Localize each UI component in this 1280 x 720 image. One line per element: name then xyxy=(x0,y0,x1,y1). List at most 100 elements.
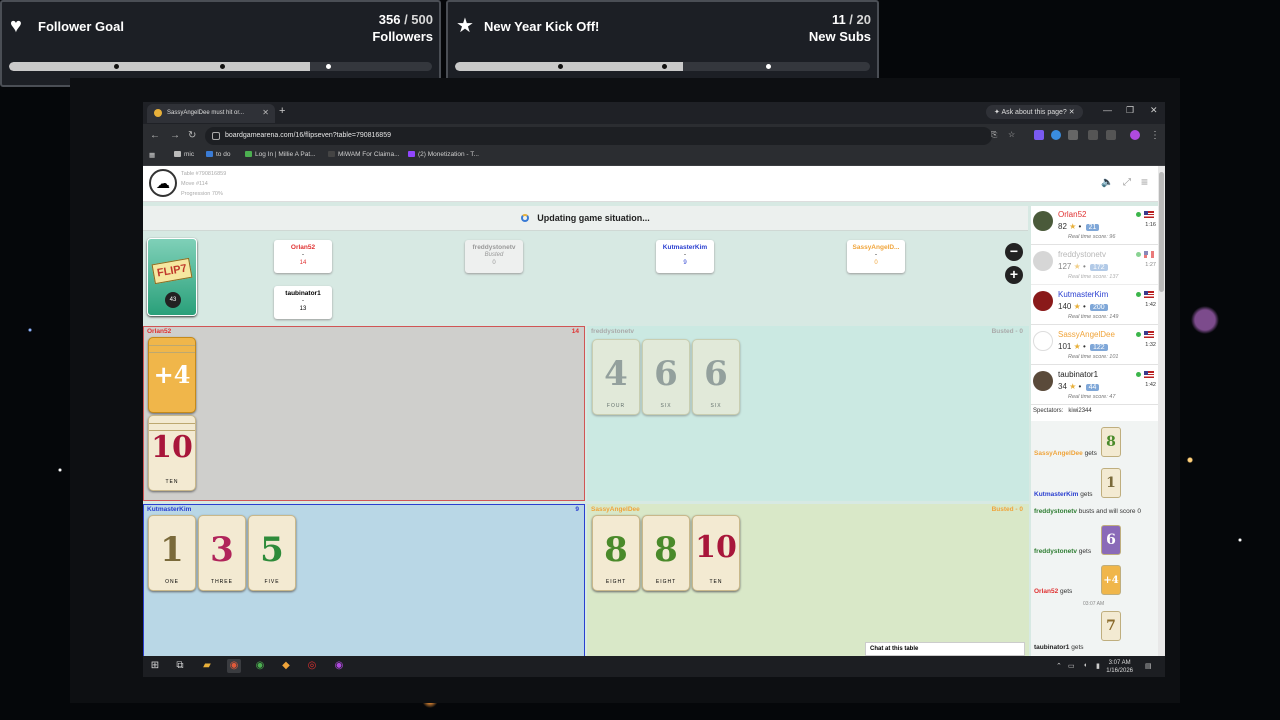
network-icon[interactable]: ▭ xyxy=(1068,662,1075,670)
score-box-sub: - xyxy=(684,252,686,258)
subs-goal-count: 11 / 20 xyxy=(832,12,871,27)
extensions-puzzle-icon[interactable] xyxy=(1068,130,1078,140)
zoom-out-button[interactable]: − xyxy=(1005,243,1023,261)
spectators-value: kiwi2344 xyxy=(1068,408,1092,414)
player-name[interactable]: SassyAngelDee xyxy=(1058,330,1115,339)
bookmark-label: mic xyxy=(184,151,195,158)
log-player: freddystonetv xyxy=(1034,508,1077,515)
elo-badge: 172 xyxy=(1090,264,1108,271)
points-value: 127 xyxy=(1058,262,1072,271)
elo-badge: 122 xyxy=(1090,344,1108,351)
game-log: 8 SassyAngelDee gets 1 KutmasterKim gets… xyxy=(1031,421,1158,656)
star-icon: ★ xyxy=(1069,222,1077,231)
extension-icon[interactable] xyxy=(1034,130,1044,140)
star-icon: ★ xyxy=(1073,302,1081,311)
score-box-name: Orlan52 xyxy=(290,244,316,251)
new-tab-button[interactable]: + xyxy=(279,105,285,117)
table-info: Table #790816859 Move #114 Progression 7… xyxy=(181,169,226,199)
app-icon[interactable]: ◆ xyxy=(279,659,293,673)
score-box-sub: - xyxy=(302,298,304,304)
player-panel-sassyangeldee: SassyAngelDee 101 ★ • 122 Real time scor… xyxy=(1031,326,1158,365)
area-player-score: Busted - 0 xyxy=(991,506,1023,513)
player-panel-kutmasterkim: KutmasterKim 140 ★ • 200 Real time score… xyxy=(1031,286,1158,325)
score-box-name: SassyAngelD... xyxy=(852,244,900,251)
profile-avatar[interactable] xyxy=(1130,130,1140,140)
bookmark-miwam[interactable]: MiWAM For Claima... xyxy=(328,151,400,158)
scrollbar-thumb[interactable] xyxy=(1159,172,1164,292)
windows-start-icon[interactable]: ⊞ xyxy=(148,659,162,673)
notification-icon[interactable]: ▤ xyxy=(1145,662,1152,670)
hamburger-menu-icon[interactable]: ≡ xyxy=(1141,175,1148,189)
chat-at-table-bar[interactable]: Chat at this table xyxy=(865,642,1025,656)
avatar xyxy=(1033,291,1053,311)
subs-goal-unit: New Subs xyxy=(808,29,871,44)
canada-flag-icon xyxy=(1144,251,1154,258)
volume-icon[interactable]: ◖ xyxy=(1083,662,1087,669)
bookmark-label: MiWAM For Claima... xyxy=(338,151,400,158)
minimize-icon[interactable]: — xyxy=(1103,105,1112,115)
task-view-icon[interactable]: ⧉ xyxy=(173,659,187,673)
player-name[interactable]: Orlan52 xyxy=(1058,210,1086,219)
player-name[interactable]: taubinator1 xyxy=(1058,370,1098,379)
score-box-sub: - xyxy=(302,252,304,258)
address-bar[interactable]: boardgamearena.com/16/flipseven?table=79… xyxy=(205,127,992,145)
obs-icon[interactable]: ◎ xyxy=(305,659,319,673)
reload-icon[interactable]: ↻ xyxy=(188,130,196,141)
subs-goal-widget: ★ New Year Kick Off! 11 / 20 New Subs xyxy=(446,0,879,87)
follower-goal-widget: ♥ Follower Goal 356 / 500 Followers xyxy=(0,0,441,87)
star-icon: ★ xyxy=(1069,382,1077,391)
log-entry: taubinator1 gets xyxy=(1034,644,1084,651)
log-entry: freddystonetv gets xyxy=(1034,548,1091,555)
player-name[interactable]: KutmasterKim xyxy=(1058,290,1108,299)
avatar xyxy=(1033,211,1053,231)
file-explorer-icon[interactable]: ▰ xyxy=(200,659,214,673)
menu-kebab-icon[interactable]: ⋮ xyxy=(1150,130,1160,141)
bookmark-todo[interactable]: to do xyxy=(206,151,230,158)
score-box-sub: Busted xyxy=(484,252,504,258)
chrome-icon[interactable]: ◉ xyxy=(227,659,241,673)
area-player-name: freddystonetv xyxy=(591,328,634,335)
sound-icon[interactable]: 🔈 xyxy=(1101,177,1113,188)
mic-icon[interactable]: ▮ xyxy=(1096,662,1100,670)
address-toolbar: ← → ↻ boardgamearena.com/16/flipseven?ta… xyxy=(143,124,1165,148)
app-icon[interactable]: ◉ xyxy=(332,659,346,673)
forward-icon[interactable]: → xyxy=(170,130,180,141)
close-window-icon[interactable]: ✕ xyxy=(1150,105,1158,116)
chrome-icon[interactable]: ◉ xyxy=(253,659,267,673)
player-name[interactable]: freddystonetv xyxy=(1058,250,1106,259)
milestone-dot xyxy=(766,64,771,69)
media-icon[interactable] xyxy=(1088,130,1098,140)
card-number: 6 xyxy=(654,354,678,394)
close-tab-icon[interactable]: ✕ xyxy=(262,108,269,117)
maximize-icon[interactable]: ❐ xyxy=(1126,105,1134,116)
install-icon[interactable]: ⎘ xyxy=(991,130,997,140)
bookmark-login[interactable]: Log In | Millie A Pat... xyxy=(245,151,316,158)
real-time-score: Real time score: 96 xyxy=(1068,234,1116,240)
bookmark-mic[interactable]: mic xyxy=(174,151,194,158)
apps-grid-icon[interactable]: ▦ xyxy=(149,151,155,159)
card-ten: 10 TEN xyxy=(692,515,740,591)
taskbar-clock[interactable]: 3:07 AM 1/16/2026 xyxy=(1106,659,1133,675)
real-time-score: Real time score: 47 xyxy=(1068,394,1116,400)
online-status-icon xyxy=(1136,372,1141,377)
bookmark-monetization[interactable]: (2) Monetization - T... xyxy=(408,151,479,158)
card-number: +4 xyxy=(153,360,191,389)
milestone-dot xyxy=(558,64,563,69)
extension-icon[interactable] xyxy=(1051,130,1061,140)
tray-chevron-icon[interactable]: ⌃ xyxy=(1056,662,1062,670)
bookmark-star-icon[interactable]: ☆ xyxy=(1008,130,1015,139)
url-text: boardgamearena.com/16/flipseven?table=79… xyxy=(225,132,391,139)
bga-logo-icon[interactable]: ☁ xyxy=(149,169,177,197)
card-six: 6 SIX xyxy=(642,339,690,415)
page-scrollbar[interactable] xyxy=(1158,166,1165,656)
follower-goal-title: Follower Goal xyxy=(38,19,124,34)
back-icon[interactable]: ← xyxy=(150,130,160,141)
sidepanel-icon[interactable] xyxy=(1106,130,1116,140)
browser-tab[interactable]: SassyAngelDee must hit or... ✕ xyxy=(147,104,275,123)
site-info-icon[interactable] xyxy=(212,132,220,140)
ask-about-page-button[interactable]: ✦ Ask about this page? ✕ xyxy=(986,105,1083,119)
fullscreen-icon[interactable]: ⤢ xyxy=(1123,177,1131,188)
zoom-in-button[interactable]: + xyxy=(1005,266,1023,284)
bookmark-label: (2) Monetization - T... xyxy=(418,151,479,158)
points-value: 101 xyxy=(1058,342,1072,351)
